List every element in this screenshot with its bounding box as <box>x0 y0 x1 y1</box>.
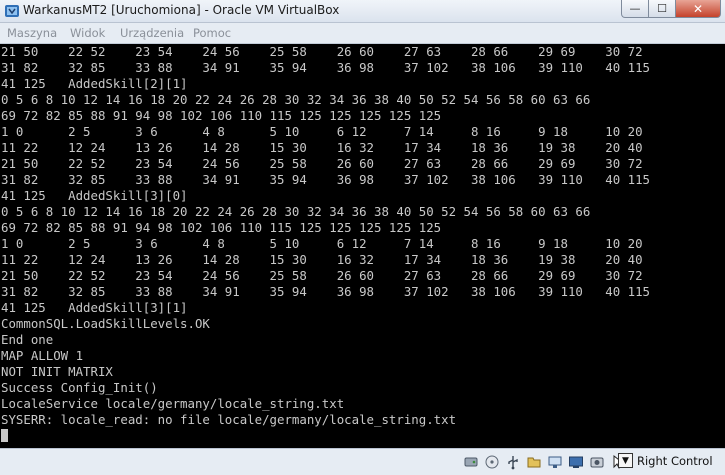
console-line: Success Config_Init() <box>1 380 158 395</box>
down-arrow-icon: ▼ <box>618 453 633 468</box>
menu-item-machine[interactable]: Maszyna <box>7 26 57 40</box>
console-line: 41 125 AddedSkill[3][1] <box>1 300 188 315</box>
optical-drive-icon[interactable] <box>483 453 500 470</box>
usb-icon[interactable] <box>504 453 521 470</box>
console-line: CommonSQL.LoadSkillLevels.OK <box>1 316 210 331</box>
console-line: 21 50 22 52 23 54 24 56 25 58 26 60 27 6… <box>1 156 643 171</box>
status-bar: ▼ Right Control <box>0 448 725 475</box>
console-line: 21 50 22 52 23 54 24 56 25 58 26 60 27 6… <box>1 44 643 59</box>
console-line: SYSERR: locale_read: no file locale/germ… <box>1 412 457 427</box>
console-line: End one <box>1 332 54 347</box>
vm-console-screen[interactable]: 21 50 22 52 23 54 24 56 25 58 26 60 27 6… <box>0 44 725 448</box>
console-line: MAP ALLOW 1 <box>1 348 84 363</box>
window-title: WarkanusMT2 [Uruchomiona] - Oracle VM Vi… <box>23 3 340 17</box>
console-line: 0 5 6 8 10 12 14 16 18 20 22 24 26 28 30… <box>1 92 591 107</box>
shared-folder-icon[interactable] <box>525 453 542 470</box>
console-line: 11 22 12 24 13 26 14 28 15 30 16 32 17 3… <box>1 140 643 155</box>
console-line: LocaleService locale/germany/locale_stri… <box>1 396 345 411</box>
console-line: 31 82 32 85 33 88 34 91 35 94 36 98 37 1… <box>1 172 651 187</box>
menu-item-help[interactable]: Pomoc <box>193 26 231 40</box>
hard-disk-icon[interactable] <box>462 453 479 470</box>
virtualbox-icon <box>5 5 19 17</box>
status-icons <box>462 453 626 470</box>
host-key-label: Right Control <box>637 453 713 468</box>
host-key-indicator[interactable]: ▼ Right Control <box>618 453 713 468</box>
menu-bar: Maszyna Widok Urządzenia Pomoc <box>0 23 725 44</box>
console-line: 31 82 32 85 33 88 34 91 35 94 36 98 37 1… <box>1 60 651 75</box>
console-line: 0 5 6 8 10 12 14 16 18 20 22 24 26 28 30… <box>1 204 591 219</box>
console-line: 1 0 2 5 3 6 4 8 5 10 6 12 7 14 8 16 9 18… <box>1 124 643 139</box>
console-line: 21 50 22 52 23 54 24 56 25 58 26 60 27 6… <box>1 268 643 283</box>
menu-item-devices[interactable]: Urządzenia <box>120 26 184 40</box>
title-bar[interactable]: WarkanusMT2 [Uruchomiona] - Oracle VM Vi… <box>0 0 725 23</box>
console-line: 1 0 2 5 3 6 4 8 5 10 6 12 7 14 8 16 9 18… <box>1 236 643 251</box>
console-line: 31 82 32 85 33 88 34 91 35 94 36 98 37 1… <box>1 284 651 299</box>
console-line: 11 22 12 24 13 26 14 28 15 30 16 32 17 3… <box>1 252 643 267</box>
menu-item-view[interactable]: Widok <box>70 26 105 40</box>
console-line: 41 125 AddedSkill[3][0] <box>1 188 188 203</box>
close-button[interactable]: ✕ <box>676 0 721 18</box>
console-cursor <box>1 429 8 442</box>
network-icon[interactable] <box>546 453 563 470</box>
display-icon[interactable] <box>567 453 584 470</box>
maximize-button[interactable]: ☐ <box>649 0 676 18</box>
console-output: 21 50 22 52 23 54 24 56 25 58 26 60 27 6… <box>0 44 725 444</box>
minimize-button[interactable]: — <box>621 0 649 18</box>
console-line: NOT INIT MATRIX <box>1 364 113 379</box>
console-line: 41 125 AddedSkill[2][1] <box>1 76 188 91</box>
console-line: 69 72 82 85 88 91 94 98 102 106 110 115 … <box>1 108 442 123</box>
window-controls: — ☐ ✕ <box>621 0 721 18</box>
capture-icon[interactable] <box>588 453 605 470</box>
console-line: 69 72 82 85 88 91 94 98 102 106 110 115 … <box>1 220 442 235</box>
